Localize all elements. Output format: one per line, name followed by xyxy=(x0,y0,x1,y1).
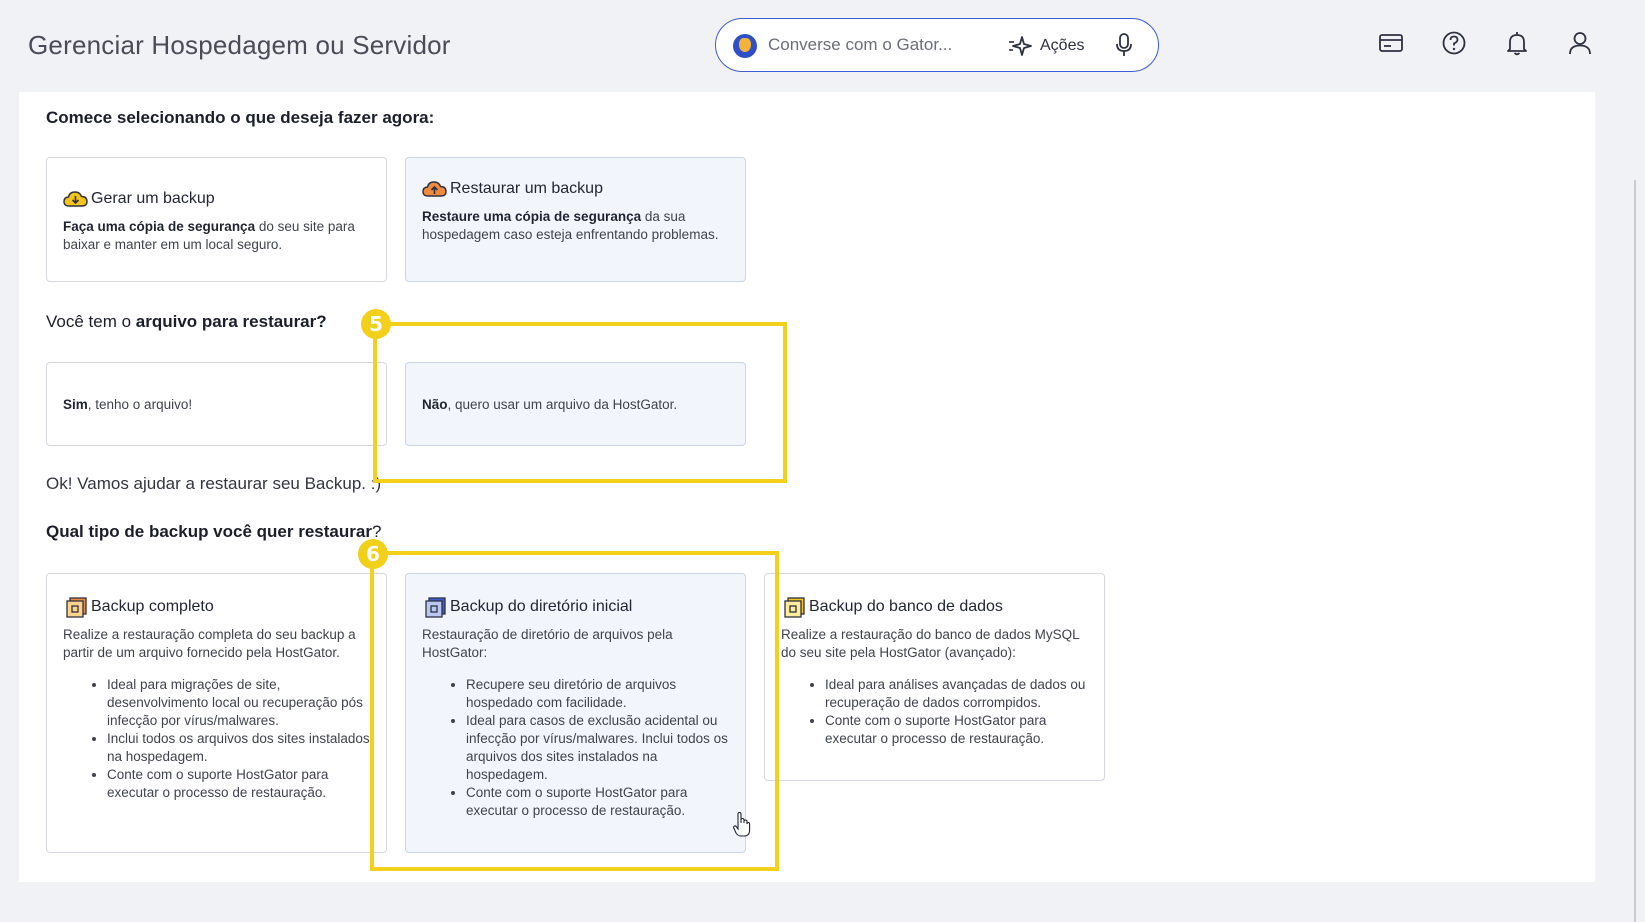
list-item: Ideal para migrações de site, desenvolvi… xyxy=(107,676,370,730)
page-scrollbar[interactable] xyxy=(1634,180,1636,922)
list-item: Ideal para análises avançadas de dados o… xyxy=(825,676,1088,712)
generate-backup-card[interactable]: Gerar um backup Faça uma cópia de segura… xyxy=(46,157,387,282)
option-yes-label: Sim, tenho o arquivo! xyxy=(63,396,193,412)
microphone-icon[interactable] xyxy=(1114,32,1134,58)
step-6-highlight xyxy=(370,551,779,871)
page-title: Gerenciar Hospedagem ou Servidor xyxy=(28,30,451,60)
help-icon[interactable] xyxy=(1441,30,1467,56)
card-description: Realize a restauração do banco de dados … xyxy=(781,627,1080,660)
user-profile-icon[interactable] xyxy=(1567,30,1593,56)
backup-stack-icon xyxy=(784,597,805,618)
cloud-download-icon xyxy=(63,191,88,207)
gator-avatar-icon xyxy=(733,34,757,58)
database-backup-card[interactable]: Backup do banco de dados Realize a resta… xyxy=(764,573,1105,781)
card-feature-list: Ideal para análises avançadas de dados o… xyxy=(781,676,1088,748)
full-backup-card[interactable]: Backup completo Realize a restauração co… xyxy=(46,573,387,853)
file-question-heading: Você tem o arquivo para restaurar? xyxy=(46,312,327,331)
sparkle-actions-icon xyxy=(1009,36,1032,56)
card-description: Faça uma cópia de segurança do seu site … xyxy=(63,219,355,252)
list-item: Conte com o suporte HostGator para execu… xyxy=(825,712,1088,748)
card-title: Backup completo xyxy=(91,598,214,615)
actions-label: Ações xyxy=(1040,37,1085,54)
start-heading: Comece selecionando o que deseja fazer a… xyxy=(46,108,435,127)
card-description: Realize a restauração completa do seu ba… xyxy=(63,627,356,660)
backup-type-heading: Qual tipo de backup você quer restaurar? xyxy=(46,522,382,541)
assist-message: Ok! Vamos ajudar a restaurar seu Backup.… xyxy=(46,474,382,493)
option-yes-card[interactable]: Sim, tenho o arquivo! xyxy=(46,362,387,446)
billing-card-icon[interactable] xyxy=(1378,30,1404,56)
list-item: Inclui todos os arquivos dos sites insta… xyxy=(107,730,370,766)
cloud-upload-icon xyxy=(422,181,447,197)
step-6-badge: 6 xyxy=(358,539,388,569)
actions-button[interactable]: Ações xyxy=(1008,33,1084,59)
backup-stack-icon xyxy=(66,597,87,618)
notification-bell-icon[interactable] xyxy=(1504,30,1530,56)
step-5-highlight xyxy=(373,322,787,483)
top-header: Gerenciar Hospedagem ou Servidor Ações xyxy=(0,0,1645,92)
hand-pointer-icon xyxy=(733,812,751,837)
card-title: Backup do banco de dados xyxy=(809,598,1003,615)
list-item: Conte com o suporte HostGator para execu… xyxy=(107,766,370,802)
step-5-badge: 5 xyxy=(361,309,391,339)
card-feature-list: Ideal para migrações de site, desenvolvi… xyxy=(63,676,370,802)
card-title: Gerar um backup xyxy=(91,190,215,207)
gator-chat-search-box[interactable]: Ações xyxy=(715,18,1159,72)
restore-backup-card[interactable]: Restaurar um backup Restaure uma cópia d… xyxy=(405,157,746,282)
card-title: Restaurar um backup xyxy=(450,180,603,197)
card-description: Restaure uma cópia de segurança da sua h… xyxy=(422,209,719,242)
gator-chat-input[interactable] xyxy=(768,33,983,57)
